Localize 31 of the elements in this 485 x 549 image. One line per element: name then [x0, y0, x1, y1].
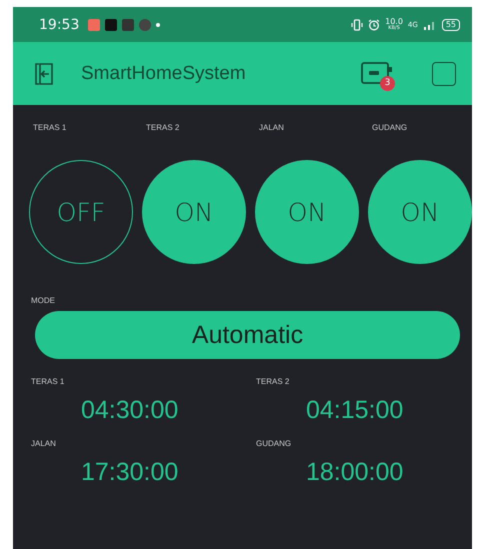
- switch-label: JALAN: [259, 123, 284, 132]
- timer-label: JALAN: [31, 439, 57, 448]
- notification-icon: [139, 18, 152, 30]
- network-speed: 10.0: [385, 18, 403, 26]
- timer-label: TERAS 2: [256, 377, 290, 386]
- battery-indicator: 55: [442, 18, 460, 30]
- stop-icon[interactable]: [432, 62, 456, 86]
- toggle-button[interactable]: ON: [368, 160, 472, 264]
- notification-icon: [122, 18, 134, 30]
- dot-icon: [156, 22, 160, 26]
- mode-label: MODE: [31, 296, 56, 305]
- toggle-button[interactable]: ON: [142, 160, 246, 264]
- switch-label: TERAS 2: [146, 123, 180, 132]
- timer-value: 04:30:00: [81, 396, 180, 425]
- switch-label: TERAS 1: [33, 123, 66, 132]
- notification-icon: [88, 18, 100, 30]
- notification-badge: 3: [380, 76, 395, 90]
- toggle-button[interactable]: ON: [255, 160, 359, 264]
- vibrate-icon: [351, 18, 364, 30]
- app-title: SmartHomeSystem: [81, 62, 246, 84]
- timer-value: 17:30:00: [81, 458, 180, 487]
- timer-label: GUDANG: [256, 439, 292, 448]
- toggle-button[interactable]: OFF: [29, 160, 133, 264]
- timer-value: 18:00:00: [306, 458, 404, 487]
- alarm-icon: [368, 18, 380, 30]
- status-time: 19:53: [39, 16, 80, 32]
- timer-label: TERAS 1: [31, 377, 66, 386]
- timer-value: 04:15:00: [306, 396, 404, 425]
- switch-label: GUDANG: [372, 123, 408, 132]
- notification-icon: [105, 18, 118, 30]
- mode-button[interactable]: Automatic: [35, 311, 460, 359]
